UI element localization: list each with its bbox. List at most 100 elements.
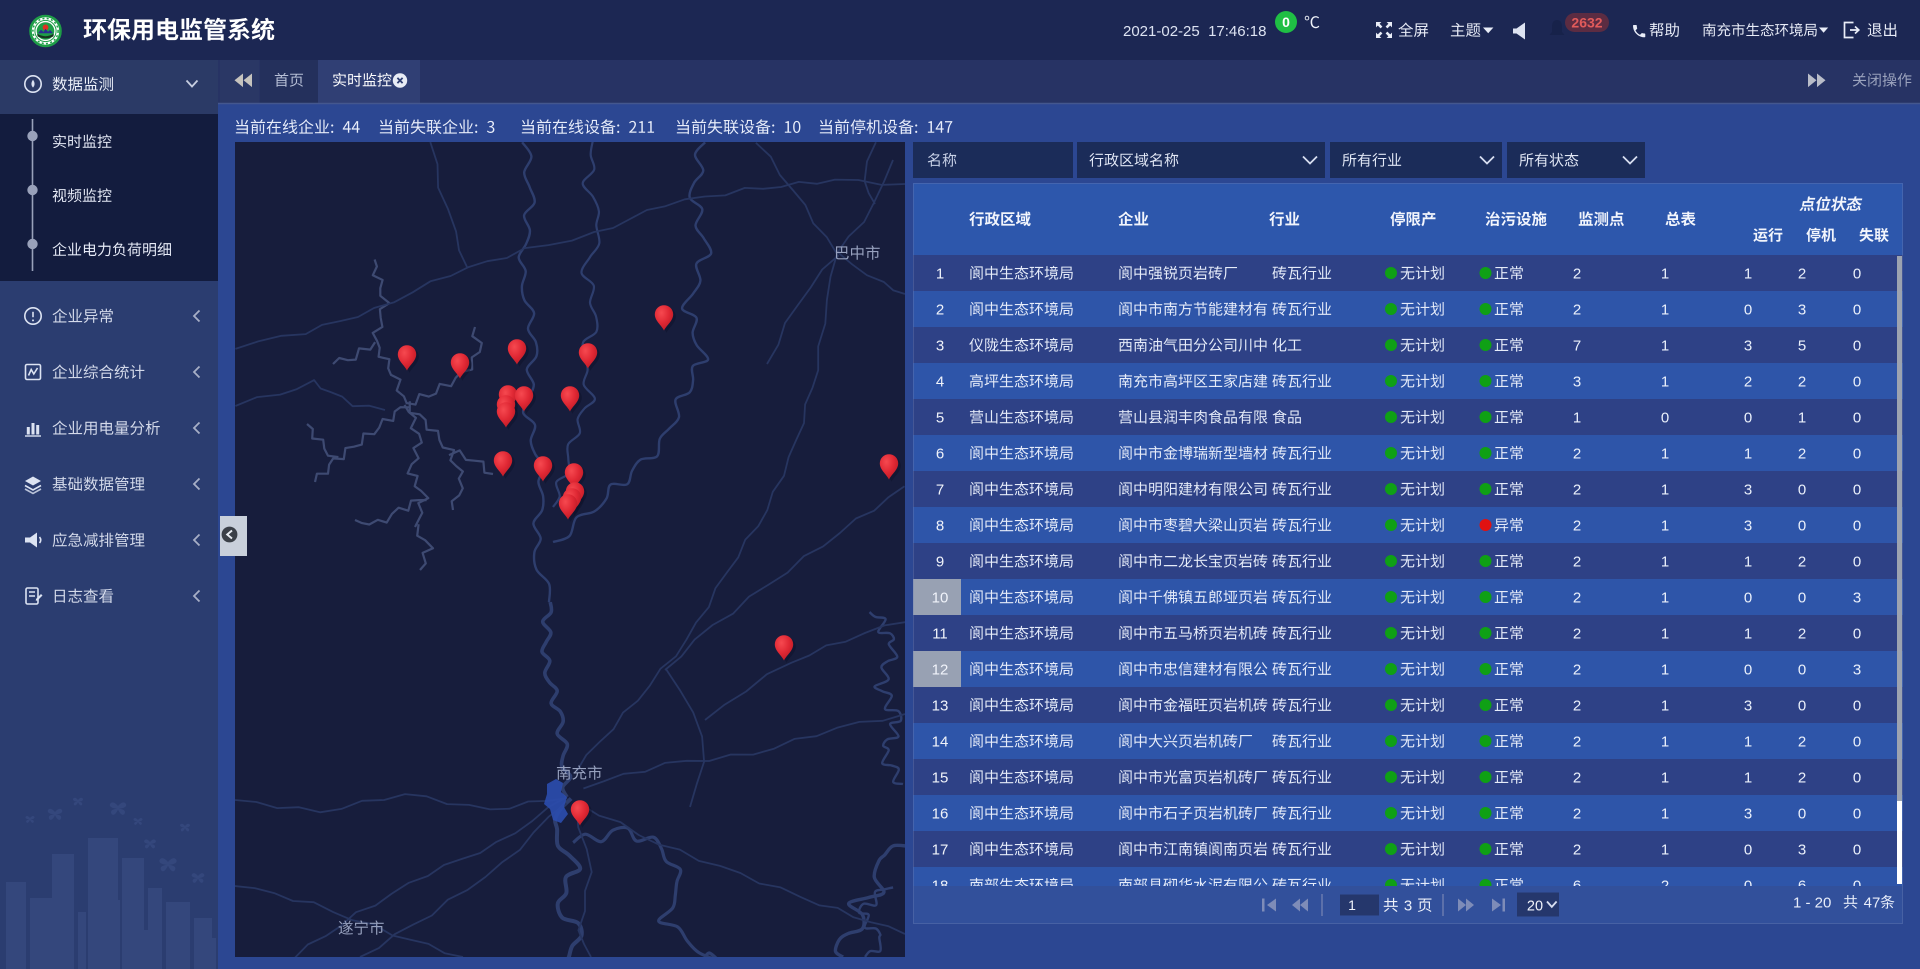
svg-text:0: 0 [1853,697,1861,714]
svg-text:1: 1 [1661,841,1669,858]
svg-text:2: 2 [1573,301,1581,318]
svg-text:3: 3 [1404,898,1412,915]
svg-text:2: 2 [1573,517,1581,534]
svg-text:1: 1 [1661,661,1669,678]
svg-text:1: 1 [1661,805,1669,822]
svg-text:2: 2 [1573,841,1581,858]
svg-text:1: 1 [1744,265,1752,282]
svg-text:1: 1 [1744,625,1752,642]
svg-text:2: 2 [1573,661,1581,678]
svg-text:1: 1 [1661,769,1669,786]
svg-text:0: 0 [1798,805,1806,822]
svg-text:11: 11 [932,625,948,642]
svg-text:2: 2 [1798,265,1806,282]
svg-text:1: 1 [1661,481,1669,498]
svg-text:0: 0 [1853,769,1861,786]
svg-text:3: 3 [1798,841,1806,858]
svg-text:1: 1 [1744,445,1752,462]
svg-text:14: 14 [932,733,949,750]
svg-text:0: 0 [1661,409,1669,426]
svg-text:1: 1 [1348,897,1356,913]
svg-text:17: 17 [932,841,949,858]
svg-text:8: 8 [936,517,944,534]
svg-text:0: 0 [1744,841,1752,858]
svg-text:4: 4 [936,373,944,390]
svg-text:2: 2 [1573,265,1581,282]
svg-text:1: 1 [1661,301,1669,318]
svg-text:3: 3 [1573,373,1581,390]
svg-text:47: 47 [1864,895,1881,912]
svg-text:20: 20 [1527,899,1543,915]
svg-text:0: 0 [1798,589,1806,606]
svg-text:0: 0 [1853,805,1861,822]
svg-text:2: 2 [1573,769,1581,786]
svg-text:3: 3 [1853,661,1861,678]
svg-text:0: 0 [1853,373,1861,390]
svg-text:1: 1 [1661,625,1669,642]
svg-text:1: 1 [1744,733,1752,750]
svg-text:3: 3 [1744,697,1752,714]
svg-text:1: 1 [1661,373,1669,390]
svg-text:1: 1 [1661,337,1669,354]
svg-text:2: 2 [1573,445,1581,462]
svg-text:2632: 2632 [1571,15,1602,31]
svg-text:1: 1 [1661,265,1669,282]
svg-text:3: 3 [1853,589,1861,606]
svg-text:0: 0 [1853,265,1861,282]
svg-text:0: 0 [1853,301,1861,318]
svg-text:1: 1 [936,265,944,282]
svg-text:3: 3 [1744,481,1752,498]
svg-text:3: 3 [936,337,944,354]
svg-text:3: 3 [1744,337,1752,354]
svg-text:2: 2 [1573,733,1581,750]
svg-text:1 - 20: 1 - 20 [1793,895,1831,912]
svg-text:2: 2 [1573,481,1581,498]
svg-text:13: 13 [932,697,949,714]
svg-text:2: 2 [936,301,944,318]
svg-text:16: 16 [932,805,949,822]
svg-text:1: 1 [1744,769,1752,786]
svg-text:0: 0 [1798,661,1806,678]
svg-text:1: 1 [1661,589,1669,606]
svg-text:10: 10 [932,589,949,606]
svg-text:0: 0 [1744,409,1752,426]
svg-text:0: 0 [1853,337,1861,354]
svg-text:12: 12 [932,661,949,678]
svg-text:1: 1 [1798,409,1806,426]
svg-text:2: 2 [1798,445,1806,462]
svg-text:1: 1 [1661,697,1669,714]
svg-text:1: 1 [1744,553,1752,570]
svg-text:0: 0 [1853,517,1861,534]
svg-text:1: 1 [1661,517,1669,534]
svg-text:2: 2 [1744,373,1752,390]
svg-text:7: 7 [936,481,944,498]
svg-text:2: 2 [1798,769,1806,786]
svg-text:0: 0 [1853,445,1861,462]
svg-text:9: 9 [936,553,944,570]
svg-text:0: 0 [1853,553,1861,570]
svg-text:3: 3 [1744,517,1752,534]
svg-text:5: 5 [936,409,944,426]
svg-text:0: 0 [1744,661,1752,678]
svg-text:3: 3 [1744,805,1752,822]
svg-text:2: 2 [1573,589,1581,606]
svg-text:2: 2 [1573,625,1581,642]
svg-text:3: 3 [1798,301,1806,318]
svg-text:0: 0 [1853,733,1861,750]
svg-text:0: 0 [1798,481,1806,498]
svg-text:2: 2 [1798,625,1806,642]
svg-text:0: 0 [1853,625,1861,642]
svg-text:7: 7 [1573,337,1581,354]
svg-text:2: 2 [1573,553,1581,570]
svg-text:2: 2 [1798,373,1806,390]
svg-text:2: 2 [1798,733,1806,750]
svg-text:0: 0 [1853,409,1861,426]
svg-text:5: 5 [1798,337,1806,354]
svg-text:0: 0 [1282,14,1290,30]
svg-text:2: 2 [1573,697,1581,714]
svg-text:2: 2 [1798,553,1806,570]
svg-text:2021-02-25 17:46:18: 2021-02-25 17:46:18 [1123,23,1266,40]
svg-text:1: 1 [1661,445,1669,462]
svg-text:0: 0 [1853,841,1861,858]
svg-text:0: 0 [1744,301,1752,318]
